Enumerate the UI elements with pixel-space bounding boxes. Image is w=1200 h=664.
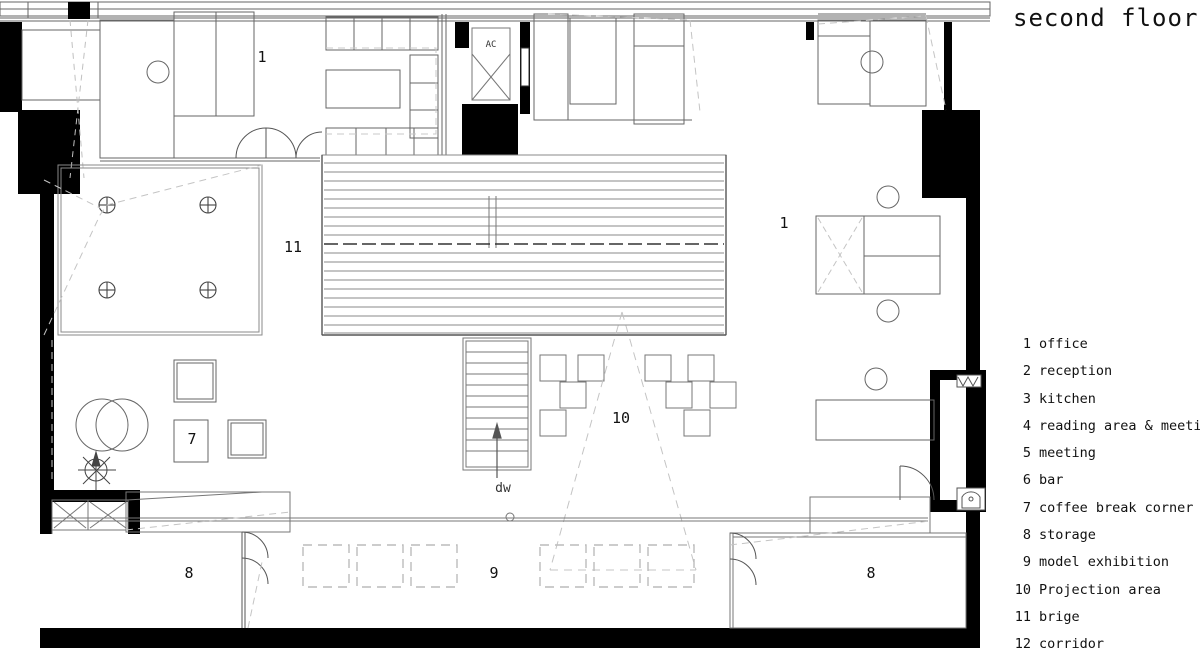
ac-unit-symbol (471, 27, 511, 101)
stair-down-label: dw (495, 481, 511, 496)
office-right-x-shelf (817, 217, 863, 293)
legend-item: 11 brige (1009, 609, 1200, 636)
room-label-storage-right: 8 (866, 564, 875, 582)
legend-number: 1 (1022, 336, 1031, 352)
legend-label: storage (1039, 527, 1096, 544)
legend-label: meeting (1039, 445, 1096, 462)
legend-item: 1 office (1009, 336, 1200, 363)
legend-label: office (1039, 336, 1088, 352)
projection-cone-dashed (549, 311, 697, 571)
top-right-furniture (533, 13, 927, 125)
kitchen-dashed (326, 47, 437, 135)
legend-label: bar (1039, 472, 1064, 489)
legend-label: reading area & meeting (1039, 417, 1200, 434)
room-label-storage-left: 8 (184, 564, 193, 582)
storage-right-outline (729, 496, 967, 629)
office-right-furniture (815, 185, 941, 441)
room-label-bridge: 11 (284, 238, 302, 256)
left-room-outline (57, 164, 263, 336)
legend-item: 6 bar (1009, 472, 1200, 499)
legend-number: 4 (1022, 417, 1031, 434)
sink-fixture (956, 374, 982, 388)
plan-svg: AC dw 1 11 1 7 10 8 9 8 (0, 1, 991, 648)
floor-plan-drawing: AC dw 1 11 1 7 10 8 9 8 (0, 0, 1005, 650)
left-room-dashed (43, 164, 263, 482)
ac-label: AC (486, 40, 497, 50)
storage-left-dashed (125, 511, 291, 629)
floor-plan-page: AC dw 1 11 1 7 10 8 9 8 second floor 1 o… (0, 0, 1200, 652)
room-label-coffee-break: 7 (187, 430, 196, 448)
page-title: second floor (1013, 4, 1199, 32)
room-label-model-exhibition: 9 (489, 564, 498, 582)
legend-label: Projection area (1039, 581, 1161, 598)
legend-item: 2 reception (1009, 363, 1200, 390)
column-symbols (98, 196, 217, 299)
top-wall-band (0, 1, 991, 22)
legend-number: 5 (1022, 445, 1031, 462)
legend-number: 8 (1022, 527, 1031, 544)
legend-list: 1 office 2 reception 3 kitchen 4 reading… (1009, 336, 1200, 664)
coffee-break-furniture (75, 359, 267, 463)
toilet-fixture (956, 487, 986, 511)
legend-label: model exhibition (1039, 554, 1170, 571)
legend-item: 8 storage (1009, 527, 1200, 554)
legend-label: coffee break corner (1039, 499, 1194, 516)
bathroom-door-swing (899, 465, 935, 501)
top-right-dashed (547, 13, 947, 113)
legend-number: 9 (1022, 554, 1031, 571)
legend-label: kitchen (1039, 390, 1096, 407)
ac-door-slot (520, 47, 530, 87)
legend-number: 11 (1014, 608, 1031, 625)
storage-left-door (241, 531, 269, 628)
legend-item: 10 Projection area (1009, 582, 1200, 609)
legend-number: 10 (1014, 581, 1031, 598)
corridor-band (52, 512, 928, 522)
legend-number: 7 (1022, 499, 1031, 516)
legend-item: 4 reading area & meeting (1009, 418, 1200, 445)
legend-number: 3 (1022, 390, 1031, 407)
compass-rose (78, 450, 116, 490)
room-label-office-left: 1 (257, 48, 266, 66)
bridge-deck (321, 154, 727, 336)
room-label-office-right: 1 (779, 214, 788, 232)
side-panel: second floor 1 office 2 reception 3 kitc… (1005, 0, 1200, 652)
legend-item: 3 kitchen (1009, 391, 1200, 418)
legend-label: reception (1039, 363, 1113, 380)
legend-label: brige (1039, 608, 1080, 625)
legend-item: 9 model exhibition (1009, 554, 1200, 581)
kitchen-counters (325, 14, 447, 162)
storage-right-door (729, 532, 757, 586)
legend-item: 7 coffee break corner (1009, 500, 1200, 527)
top-column-1 (68, 2, 90, 19)
legend-number: 6 (1022, 472, 1031, 489)
legend-number: 2 (1022, 363, 1031, 380)
room-label-projection-area: 10 (612, 409, 630, 427)
legend-item: 5 meeting (1009, 445, 1200, 472)
door-swing-office-left (235, 127, 323, 159)
